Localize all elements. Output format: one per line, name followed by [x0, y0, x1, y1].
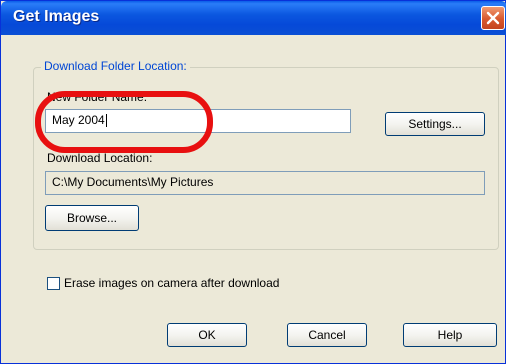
cancel-button[interactable]: Cancel: [287, 323, 367, 347]
new-folder-name-input[interactable]: May 2004: [45, 109, 351, 133]
new-folder-name-label: New Folder Name:: [47, 90, 148, 104]
group-legend: Download Folder Location:: [41, 59, 190, 73]
download-location-label: Download Location:: [47, 151, 153, 165]
erase-images-label[interactable]: Erase images on camera after download: [64, 276, 279, 290]
text-caret: [105, 114, 107, 128]
close-icon: [486, 11, 500, 25]
dialog-title: Get Images: [13, 8, 100, 25]
ok-button[interactable]: OK: [167, 323, 247, 347]
download-location-value: C:\My Documents\My Pictures: [52, 175, 214, 189]
erase-images-checkbox[interactable]: [47, 277, 60, 290]
new-folder-name-value: May 2004: [52, 113, 105, 127]
title-bar[interactable]: Get Images: [1, 1, 506, 35]
settings-button[interactable]: Settings...: [385, 112, 485, 136]
get-images-dialog: Get Images Download Folder Location: New…: [0, 0, 506, 364]
help-button[interactable]: Help: [403, 323, 497, 347]
browse-button[interactable]: Browse...: [45, 205, 139, 231]
download-location-field: C:\My Documents\My Pictures: [45, 171, 485, 195]
close-button[interactable]: [481, 6, 505, 30]
